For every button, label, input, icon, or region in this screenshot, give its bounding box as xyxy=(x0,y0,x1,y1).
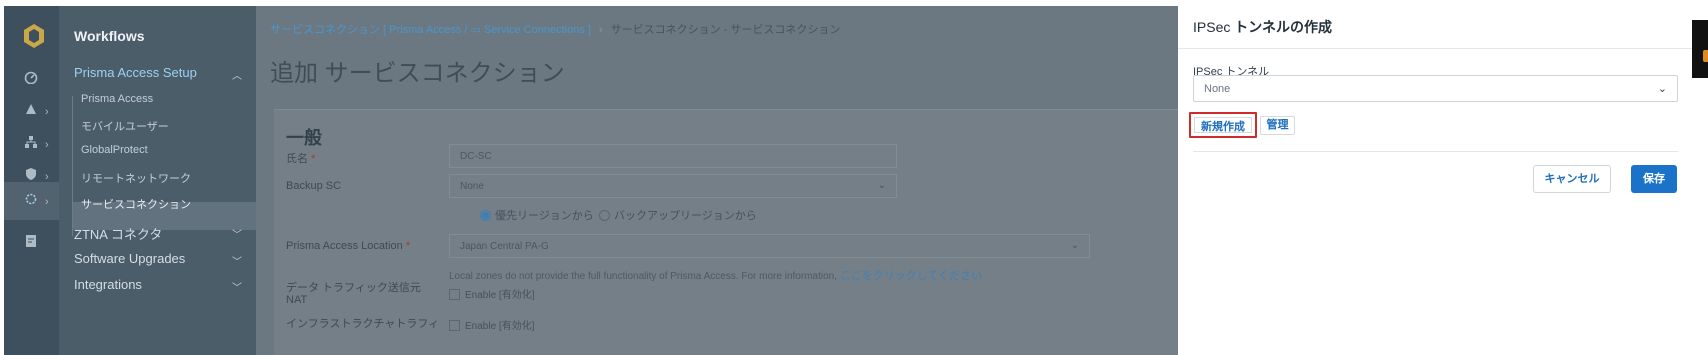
create-ipsec-tunnel-drawer: IPSec トンネルの作成 IPSec トンネル None ⌄ 新規作成 管理 … xyxy=(1178,6,1692,355)
chevron-right-icon: › xyxy=(45,196,49,208)
cancel-button[interactable]: キャンセル xyxy=(1533,165,1611,193)
create-new-button[interactable]: 新規作成 xyxy=(1189,112,1257,138)
infra-label: インフラストラクチャトラフィ xyxy=(286,318,440,330)
nav-section-software-upgrades[interactable]: Software Upgrades xyxy=(74,251,185,266)
nat-label: データ トラフィック送信元 NAT xyxy=(286,282,421,306)
drawer-divider xyxy=(1193,151,1678,152)
side-widget[interactable] xyxy=(1692,20,1708,78)
chevron-down-icon: ⌄ xyxy=(877,180,886,191)
chevron-down-icon[interactable]: ﹀ xyxy=(232,253,242,268)
breadcrumb-current: サービスコネクション - サービスコネクション xyxy=(610,24,841,36)
nav-section-ztna-connector[interactable]: ZTNA コネクタ xyxy=(74,224,162,243)
logo-icon[interactable] xyxy=(21,23,47,49)
location-select[interactable]: Japan Central PA-G ⌄ xyxy=(449,234,1090,258)
dashboard-icon[interactable] xyxy=(24,70,44,90)
name-label: 氏名 * xyxy=(286,153,316,165)
settings-icon[interactable]: › xyxy=(24,192,49,212)
section-title: 一般 xyxy=(286,128,322,148)
drawer-header: IPSec トンネルの作成 xyxy=(1178,6,1692,49)
backup-sc-select[interactable]: None ⌄ xyxy=(449,174,897,198)
icon-rail: › › › › xyxy=(4,6,59,355)
nav-section-prisma-access-setup[interactable]: Prisma Access Setup xyxy=(74,65,197,80)
network-icon[interactable]: › xyxy=(24,135,49,155)
radio-backup-region[interactable]: バックアップリージョンから xyxy=(599,207,757,223)
manage-button[interactable]: 管理 xyxy=(1260,116,1295,135)
nat-enable-checkbox[interactable]: Enable [有効化] xyxy=(449,286,534,301)
chevron-right-icon: › xyxy=(45,106,49,118)
click-here-link[interactable]: ここをクリックしてください xyxy=(840,270,982,282)
chevron-down-icon: ⌄ xyxy=(1070,240,1079,251)
nav-item-globalprotect[interactable]: GlobalProtect xyxy=(81,144,148,156)
radio-primary-region[interactable]: 優先リージョンから xyxy=(480,207,594,223)
workflow-nav: Workflows Prisma Access Setup ︿ Prisma A… xyxy=(59,6,256,355)
save-button[interactable]: 保存 xyxy=(1631,165,1677,193)
page-title: 追加 サービスコネクション xyxy=(270,60,565,87)
breadcrumb-link[interactable]: サービスコネクション [ Prisma Access / ▭ Service C… xyxy=(270,24,591,36)
nav-item-prisma-access[interactable]: Prisma Access xyxy=(81,93,153,105)
chevron-up-icon[interactable]: ︿ xyxy=(232,67,242,82)
required-mark: * xyxy=(311,153,316,165)
alert-icon[interactable]: › xyxy=(24,102,49,122)
chevron-down-icon[interactable]: ﹀ xyxy=(232,279,242,294)
nav-item-service-connections[interactable]: サービスコネクション xyxy=(81,196,191,212)
main-content-overlay: サービスコネクション [ Prisma Access / ▭ Service C… xyxy=(256,6,1178,355)
side-widget-marker xyxy=(1703,50,1708,62)
general-card: 一般 氏名 * DC-SC Backup SC None ⌄ 優先リージョンから … xyxy=(274,109,1178,355)
breadcrumb-separator: › xyxy=(598,24,603,36)
location-note: Local zones do not provide the full func… xyxy=(449,270,983,282)
chevron-right-icon: › xyxy=(45,139,49,151)
nav-title: Workflows xyxy=(74,28,145,44)
nav-item-remote-networks[interactable]: リモートネットワーク xyxy=(81,170,191,186)
location-label: Prisma Access Location * xyxy=(286,240,411,252)
name-field[interactable]: DC-SC xyxy=(449,144,897,168)
nav-section-integrations[interactable]: Integrations xyxy=(74,277,142,292)
report-icon[interactable] xyxy=(24,234,44,254)
infra-enable-checkbox[interactable]: Enable [有効化] xyxy=(449,317,534,332)
nav-item-mobile-users[interactable]: モバイルユーザー xyxy=(81,118,169,134)
breadcrumb: サービスコネクション [ Prisma Access / ▭ Service C… xyxy=(270,21,840,37)
drawer-title: IPSec トンネルの作成 xyxy=(1193,19,1332,35)
chevron-down-icon[interactable]: ﹀ xyxy=(232,226,242,241)
ipsec-tunnel-select[interactable]: None ⌄ xyxy=(1193,75,1678,102)
chevron-down-icon: ⌄ xyxy=(1657,83,1667,95)
backup-sc-label: Backup SC xyxy=(286,180,342,192)
